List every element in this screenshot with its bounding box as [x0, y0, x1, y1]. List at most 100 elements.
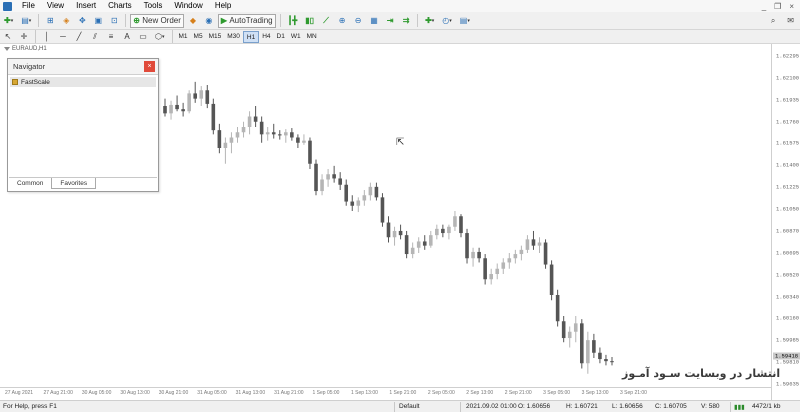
candle[interactable]: [314, 159, 318, 196]
metaeditor-button[interactable]: ◆: [186, 14, 200, 28]
tab-favorites[interactable]: Favorites: [51, 178, 97, 189]
candle[interactable]: [199, 86, 204, 106]
indicators-button[interactable]: ✚ ▾: [422, 14, 437, 28]
cursor-tool[interactable]: ↖: [1, 30, 15, 44]
timeframe-m5[interactable]: M5: [191, 31, 206, 43]
text-tool[interactable]: A: [120, 30, 134, 44]
candle[interactable]: [561, 316, 566, 343]
candle[interactable]: [259, 116, 264, 143]
search-icon[interactable]: ⌕: [771, 16, 775, 26]
candle[interactable]: [549, 260, 554, 301]
candle[interactable]: [302, 134, 306, 145]
new-chart-button[interactable]: ✚ ▾: [1, 14, 16, 28]
candle[interactable]: [187, 90, 191, 114]
candle[interactable]: [265, 127, 270, 141]
chart-shift-button[interactable]: ⇥: [383, 14, 397, 28]
candle[interactable]: [169, 100, 173, 120]
candle[interactable]: [356, 197, 361, 213]
candle[interactable]: [531, 230, 536, 250]
candle[interactable]: [290, 128, 294, 141]
menu-view[interactable]: View: [41, 0, 70, 12]
candle[interactable]: [410, 242, 415, 259]
candle[interactable]: [543, 239, 548, 269]
candle[interactable]: [604, 354, 608, 366]
candle[interactable]: [392, 226, 397, 246]
candle[interactable]: [471, 247, 475, 267]
candle[interactable]: [235, 127, 240, 143]
bar-chart-button[interactable]: ┃╋: [285, 14, 301, 28]
candle[interactable]: [211, 98, 216, 135]
candle[interactable]: [507, 253, 512, 269]
candle[interactable]: [598, 347, 602, 364]
candle[interactable]: [422, 235, 427, 250]
candle[interactable]: [519, 245, 524, 261]
candle[interactable]: [308, 137, 312, 170]
trendline-tool[interactable]: ╱: [72, 30, 86, 44]
candle[interactable]: [477, 247, 481, 263]
strategy-tester-button[interactable]: ⊡: [107, 14, 121, 28]
candle[interactable]: [241, 121, 246, 138]
candle[interactable]: [229, 132, 234, 154]
candle[interactable]: [253, 106, 258, 127]
candle[interactable]: [181, 102, 185, 117]
navigator-button[interactable]: ✥: [75, 14, 89, 28]
data-window-button[interactable]: ◈: [59, 14, 73, 28]
candle[interactable]: [175, 95, 179, 112]
minimize-icon[interactable]: _: [762, 2, 766, 11]
timeframe-m30[interactable]: M30: [224, 31, 243, 43]
autoscroll-button[interactable]: ⇉: [399, 14, 413, 28]
terminal-button[interactable]: ▣: [91, 14, 105, 28]
candle[interactable]: [537, 237, 542, 253]
tab-common[interactable]: Common: [9, 178, 51, 189]
price-axis[interactable]: 1.62295 1.62100 1.61935 1.61760 1.61575 1.614…: [771, 44, 800, 400]
timeframe-h4[interactable]: H4: [259, 31, 273, 43]
signals-button[interactable]: ◉: [202, 14, 216, 28]
candle[interactable]: [362, 190, 367, 206]
candle[interactable]: [338, 172, 342, 190]
candle[interactable]: [350, 195, 355, 211]
timeframe-h1[interactable]: H1: [242, 30, 260, 43]
crosshair-tool[interactable]: ✛: [17, 30, 31, 44]
candle[interactable]: [441, 224, 445, 238]
menu-charts[interactable]: Charts: [102, 0, 138, 12]
candle[interactable]: [296, 134, 300, 148]
candle[interactable]: [374, 182, 379, 201]
fibonacci-tool[interactable]: ≡: [104, 30, 118, 44]
candle[interactable]: [513, 249, 518, 264]
candle[interactable]: [435, 224, 439, 240]
time-axis[interactable]: 27 Aug 2021 27 Aug 21:00 30 Aug 05:00 30 Au…: [0, 387, 771, 400]
zoom-out-button[interactable]: ⊖: [351, 14, 365, 28]
candle[interactable]: [483, 254, 487, 285]
label-tool[interactable]: ▭: [136, 30, 150, 44]
close-icon[interactable]: ×: [144, 61, 155, 72]
candle[interactable]: [271, 123, 276, 139]
candle[interactable]: [386, 216, 391, 243]
periods-button[interactable]: ◴ ▾: [439, 14, 455, 28]
zoom-in-button[interactable]: ⊕: [335, 14, 349, 28]
candle[interactable]: [610, 356, 614, 366]
candle[interactable]: [453, 211, 457, 231]
autotrading-button[interactable]: ▶ AutoTrading: [217, 13, 276, 28]
candle[interactable]: [525, 235, 530, 253]
new-order-button[interactable]: ⊕ New Order: [130, 13, 184, 28]
candle[interactable]: [567, 326, 572, 348]
candle[interactable]: [592, 333, 596, 358]
candle[interactable]: [416, 237, 421, 253]
menu-file[interactable]: File: [16, 0, 41, 12]
timeframe-d1[interactable]: D1: [274, 31, 288, 43]
close-icon[interactable]: ×: [789, 2, 794, 11]
candle[interactable]: [205, 85, 210, 109]
vertical-line-tool[interactable]: │: [40, 30, 54, 44]
menu-insert[interactable]: Insert: [70, 0, 102, 12]
candle[interactable]: [163, 98, 167, 117]
shapes-button[interactable]: ⬡ ▾: [152, 30, 168, 44]
market-watch-button[interactable]: ⊞: [43, 14, 57, 28]
candlestick-button[interactable]: ▮▯: [302, 14, 317, 28]
candle[interactable]: [398, 224, 403, 240]
candle[interactable]: [193, 81, 198, 103]
candle[interactable]: [277, 130, 282, 140]
profiles-button[interactable]: ▤ ▾: [18, 14, 34, 28]
navigator-panel[interactable]: Navigator × FastScale Common Favorites: [7, 58, 159, 192]
menu-tools[interactable]: Tools: [138, 0, 169, 12]
timeframe-m1[interactable]: M1: [176, 31, 191, 43]
